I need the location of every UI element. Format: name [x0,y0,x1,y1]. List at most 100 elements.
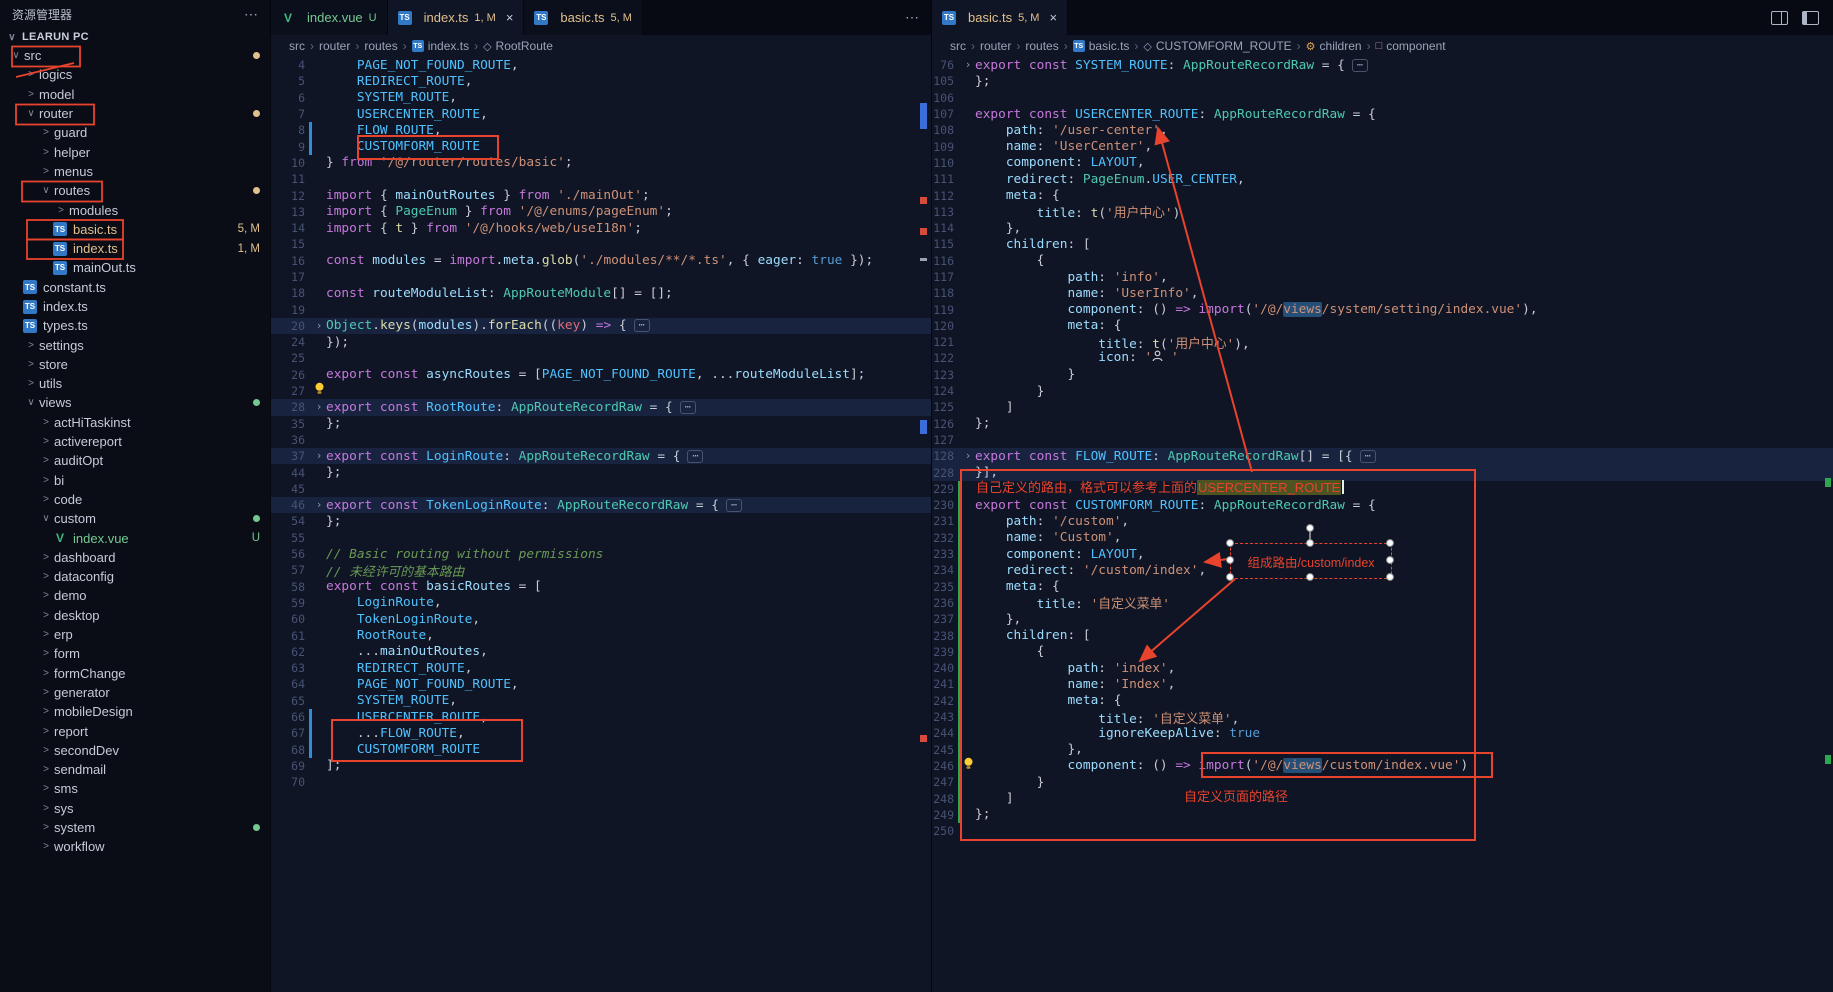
tree-item-router[interactable]: router [0,104,270,123]
tree-item-actHiTaskinst[interactable]: actHiTaskinst [0,413,270,432]
close-icon[interactable]: × [506,10,514,25]
line-number: 57 [271,563,305,577]
folded-region-badge[interactable]: ⋯ [680,401,696,414]
close-icon[interactable]: × [1049,10,1057,25]
breadcrumb-item-CUSTOMFORM_ROUTE[interactable]: CUSTOMFORM_ROUTE [1156,39,1292,53]
breadcrumb-item-src[interactable]: src [289,39,305,53]
tree-item-desktop[interactable]: desktop [0,606,270,625]
code-text: export const USERCENTER_ROUTE: AppRouteR… [975,107,1376,122]
workspace-section-header[interactable]: LEARUN PC [0,28,270,46]
folded-region-badge[interactable]: ⋯ [1360,450,1376,463]
folded-region-badge[interactable]: ⋯ [687,450,703,463]
breadcrumb-item-children[interactable]: children [1320,39,1362,53]
tab-basic.ts[interactable]: TSbasic.ts5, M [524,0,642,35]
line-number: 44 [271,466,305,480]
tree-item-routes[interactable]: routes [0,181,270,200]
line-number: 112 [932,189,954,203]
code-line-243: 243 title: '自定义菜单', [932,709,1833,725]
tree-item-sms[interactable]: sms [0,779,270,798]
tab-index.vue[interactable]: Vindex.vueU [271,0,388,35]
tree-item-store[interactable]: store [0,355,270,374]
fold-chevron-icon[interactable]: › [961,448,975,464]
tree-item-custom[interactable]: custom [0,509,270,528]
lightbulb-icon[interactable] [312,382,326,400]
tree-item-generator[interactable]: generator [0,683,270,702]
tree-item-views[interactable]: views [0,393,270,412]
line-number: 239 [932,645,954,659]
folded-region-badge[interactable]: ⋯ [1352,59,1368,72]
lightbulb-icon[interactable] [961,757,975,775]
code-text: component: LAYOUT, [975,155,1145,170]
tree-item-code[interactable]: code [0,490,270,509]
breadcrumb-item-routes[interactable]: routes [364,39,397,53]
code-line-9: 9 CUSTOMFORM_ROUTE [271,138,931,154]
tree-item-form[interactable]: form [0,644,270,663]
tree-item-dataconfig[interactable]: dataconfig [0,567,270,586]
tree-item-sendmail[interactable]: sendmail [0,760,270,779]
tree-item-auditOpt[interactable]: auditOpt [0,451,270,470]
fold-chevron-icon[interactable]: › [312,399,326,415]
breadcrumb-item-src[interactable]: src [950,39,966,53]
more-tabs-icon[interactable]: ⋯ [905,9,931,26]
tree-item-system[interactable]: system [0,818,270,837]
tree-item-activereport[interactable]: activereport [0,432,270,451]
tree-item-basic.ts[interactable]: TSbasic.ts5, M [0,220,270,239]
tree-item-src[interactable]: src [0,46,270,65]
code-line-248: 248 ] [932,790,1833,806]
tree-item-modules[interactable]: modules [0,200,270,219]
tree-item-dashboard[interactable]: dashboard [0,548,270,567]
breadcrumb-middle: src›router›routes›TSindex.ts›◇RootRoute [271,35,931,57]
tree-item-types.ts[interactable]: TStypes.ts [0,316,270,335]
tree-item-formChange[interactable]: formChange [0,664,270,683]
line-number: 18 [271,286,305,300]
tree-item-settings[interactable]: settings [0,335,270,354]
tree-item-mobileDesign[interactable]: mobileDesign [0,702,270,721]
breadcrumb-separator: › [1134,39,1138,53]
breadcrumb-item-router[interactable]: router [319,39,350,53]
explorer-more-actions-icon[interactable]: ⋯ [244,6,258,23]
line-number: 232 [932,531,954,545]
tree-item-erp[interactable]: erp [0,625,270,644]
tree-item-index.ts[interactable]: TSindex.ts [0,297,270,316]
tree-item-demo[interactable]: demo [0,586,270,605]
layout-panel-icon[interactable] [1802,11,1819,25]
breadcrumb-item-routes[interactable]: routes [1025,39,1058,53]
breadcrumb-item-basic.ts[interactable]: basic.ts [1089,39,1130,53]
fold-chevron-icon[interactable]: › [312,318,326,334]
tab-basic.ts[interactable]: TSbasic.ts5, M× [932,0,1068,35]
tree-item-label: mobileDesign [54,704,133,719]
tree-item-report[interactable]: report [0,721,270,740]
tree-item-workflow[interactable]: workflow [0,837,270,856]
git-gutter-indicator [309,676,312,692]
fold-chevron-icon[interactable]: › [312,448,326,464]
breadcrumb-item-index.ts[interactable]: index.ts [428,39,469,53]
breadcrumb-item-RootRoute[interactable]: RootRoute [496,39,553,53]
tree-item-bi[interactable]: bi [0,471,270,490]
tree-item-sys[interactable]: sys [0,799,270,818]
breadcrumb-item-router[interactable]: router [980,39,1011,53]
code-text: import { mainOutRoutes } from './mainOut… [326,188,650,203]
tree-item-constant.ts[interactable]: TSconstant.ts [0,278,270,297]
breadcrumb-item-component[interactable]: component [1386,39,1445,53]
tree-item-helper[interactable]: helper [0,142,270,161]
code-editor-index-ts[interactable]: 4 PAGE_NOT_FOUND_ROUTE,5 REDIRECT_ROUTE,… [271,57,931,992]
fold-chevron-icon[interactable]: › [961,57,975,73]
tree-item-model[interactable]: model [0,85,270,104]
chevron-right-icon [38,475,54,486]
tree-item-logics[interactable]: logics [0,65,270,84]
folded-region-badge[interactable]: ⋯ [634,319,650,332]
tree-item-index.ts[interactable]: TSindex.ts1, M [0,239,270,258]
breadcrumb-separator: › [971,39,975,53]
tree-item-menus[interactable]: menus [0,162,270,181]
folded-region-badge[interactable]: ⋯ [726,499,742,512]
code-editor-basic-ts[interactable]: 76›export const SYSTEM_ROUTE: AppRouteRe… [932,57,1833,992]
tree-item-mainOut.ts[interactable]: TSmainOut.ts [0,258,270,277]
tree-item-guard[interactable]: guard [0,123,270,142]
tree-item-index.vue[interactable]: Vindex.vueU [0,528,270,547]
tree-item-utils[interactable]: utils [0,374,270,393]
split-editor-icon[interactable] [1771,11,1788,25]
fold-chevron-icon[interactable]: › [312,497,326,513]
git-gutter-indicator [958,90,961,106]
tab-index.ts[interactable]: TSindex.ts1, M× [388,0,525,35]
tree-item-secondDev[interactable]: secondDev [0,741,270,760]
